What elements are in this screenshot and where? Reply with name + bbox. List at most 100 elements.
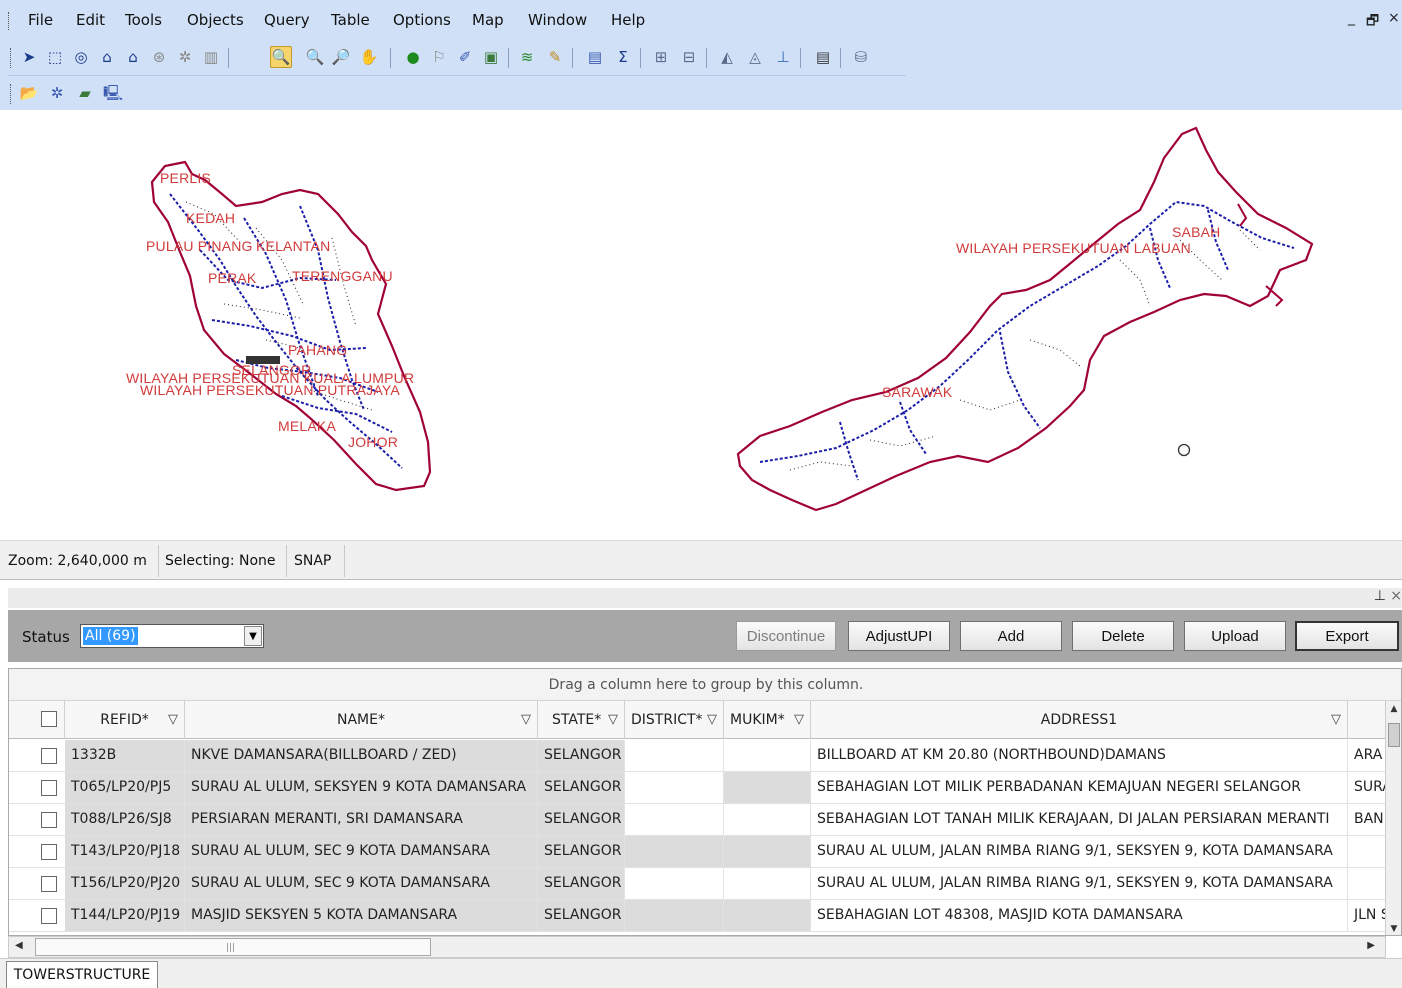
cell-mukim[interactable] [724,740,811,771]
grid-vertical-scrollbar[interactable]: ▲ ▼ [1385,701,1401,935]
map-window[interactable]: PERLIS KEDAH PULAU PINANG KELANTAN PERAK… [0,110,1402,540]
close-icon[interactable]: × [1388,10,1400,26]
info-icon[interactable]: ● [402,46,424,68]
toolbar-grip[interactable] [10,84,13,104]
cell-address2[interactable]: JLN S [1348,900,1387,931]
drag-window-icon[interactable]: ▣ [480,46,502,68]
minimize-icon[interactable]: _ [1348,10,1355,26]
row-checkbox[interactable] [41,780,57,796]
cell-name[interactable]: NKVE DAMANSARA(BILLBOARD / ZED) [185,740,538,771]
row-checkbox[interactable] [41,812,57,828]
cell-address2[interactable]: BANI [1348,804,1387,835]
cell-refid[interactable]: T156/LP20/PJ20 [65,868,185,899]
zoom-out-icon[interactable]: 🔍 [304,46,326,68]
cell-address1[interactable]: SEBAHAGIAN LOT MILIK PERBADANAN KEMAJUAN… [811,772,1348,803]
menu-query[interactable]: Query [264,11,310,29]
cell-district[interactable] [625,740,724,771]
filter-icon[interactable]: ▽ [608,701,618,739]
cell-address2[interactable]: ARA [1348,740,1387,771]
filter-icon[interactable]: ▽ [707,701,717,739]
status-filter-select[interactable]: All (69) ▼ [80,624,264,648]
label-tool-icon[interactable]: ✐ [454,46,476,68]
selecting-readout[interactable]: Selecting: None [165,553,276,569]
map-window-icon[interactable]: 🖳 [102,82,124,104]
cell-district[interactable] [625,804,724,835]
scroll-right-icon[interactable]: ▶ [1367,940,1375,951]
chevron-down-icon[interactable]: ▼ [244,626,262,646]
discontinue-button[interactable]: Discontinue [736,621,836,651]
filter-icon[interactable]: ▽ [521,701,531,739]
cell-state[interactable]: SELANGOR [538,900,625,931]
menu-tools[interactable]: Tools [125,11,162,29]
column-header-address1[interactable]: ADDRESS1 ▽ [811,701,1348,739]
select-all-checkbox[interactable] [41,711,57,727]
boundary-select-icon[interactable]: ⌂ [96,46,118,68]
row-checkbox[interactable] [41,876,57,892]
cell-district[interactable] [625,868,724,899]
table-row[interactable]: T088/LP26/SJ8 PERSIARAN MERANTI, SRI DAM… [9,804,1387,836]
row-checkbox[interactable] [41,908,57,924]
cell-state[interactable]: SELANGOR [538,868,625,899]
menubar-grip[interactable] [8,12,11,30]
cell-address1[interactable]: SEBAHAGIAN LOT TANAH MILIK KERAJAAN, DI … [811,804,1348,835]
reshape-icon[interactable]: ◭ [716,46,738,68]
scroll-down-icon[interactable]: ▼ [1386,921,1401,935]
cell-refid[interactable]: T065/LP20/PJ5 [65,772,185,803]
cell-state[interactable]: SELANGOR [538,772,625,803]
database-icon[interactable]: ⛁ [850,46,872,68]
cell-name[interactable]: SURAU AL ULUM, SEC 9 KOTA DAMANSARA [185,868,538,899]
marquee-select-icon[interactable]: ⬚ [44,46,66,68]
table-row[interactable]: 1332B NKVE DAMANSARA(BILLBOARD / ZED) SE… [9,740,1387,772]
legend-icon[interactable]: ▤ [584,46,606,68]
column-header-state[interactable]: STATE* ▽ [538,701,625,739]
invert-select-icon[interactable]: ⊛ [148,46,170,68]
scroll-up-icon[interactable]: ▲ [1386,701,1401,717]
clip-region-icon[interactable]: ⊞ [650,46,672,68]
statistics-icon[interactable]: Σ [612,46,634,68]
menu-help[interactable]: Help [611,11,645,29]
cell-refid[interactable]: T144/LP20/PJ19 [65,900,185,931]
column-header-district[interactable]: DISTRICT* ▽ [625,701,724,739]
export-button[interactable]: Export [1295,621,1399,651]
upload-button[interactable]: Upload [1184,621,1286,651]
dock-close-icon[interactable]: × [1390,588,1402,604]
statistics-window-icon[interactable]: ▤ [812,46,834,68]
horizontal-scroll-thumb[interactable]: ||| [35,938,431,956]
grid-horizontal-scrollbar[interactable]: ◀ ||| ▶ [8,936,1386,958]
zoom-in-icon[interactable]: 🔍 [270,46,292,68]
cell-state[interactable]: SELANGOR [538,740,625,771]
ruler-icon[interactable]: ✎ [544,46,566,68]
menu-table[interactable]: Table [331,11,370,29]
group-by-hint[interactable]: Drag a column here to group by this colu… [9,669,1401,701]
show-scalebar-icon[interactable]: ⊥ [772,46,794,68]
restore-icon[interactable]: 🗗 [1366,10,1379,34]
select-arrow-icon[interactable]: ➤ [18,46,40,68]
snap-indicator[interactable]: SNAP [294,553,331,569]
cell-refid[interactable]: T088/LP26/SJ8 [65,804,185,835]
column-header-name[interactable]: NAME* ▽ [185,701,538,739]
radius-select-icon[interactable]: ◎ [70,46,92,68]
table-row[interactable]: T156/LP20/PJ20 SURAU AL ULUM, SEC 9 KOTA… [9,868,1387,900]
pan-hand-icon[interactable]: ✋ [358,46,380,68]
menu-window[interactable]: Window [528,11,587,29]
layers-icon[interactable]: ▰ [74,82,96,104]
cell-name[interactable]: PERSIARAN MERANTI, SRI DAMANSARA [185,804,538,835]
cell-mukim[interactable] [724,900,811,931]
cell-refid[interactable]: T143/LP20/PJ18 [65,836,185,867]
hotlink-icon[interactable]: ⚐ [428,46,450,68]
workspace-icon[interactable]: ✲ [46,82,68,104]
cell-district[interactable] [625,772,724,803]
cell-address1[interactable]: BILLBOARD AT KM 20.80 (NORTHBOUND)DAMANS [811,740,1348,771]
change-view-icon[interactable]: 🔎 [330,46,352,68]
cell-address2[interactable] [1348,868,1387,899]
row-checkbox[interactable] [41,748,57,764]
menu-map[interactable]: Map [472,11,504,29]
cell-state[interactable]: SELANGOR [538,836,625,867]
add-node-icon[interactable]: ◬ [744,46,766,68]
toolbar-grip[interactable] [10,48,13,68]
cell-address1[interactable]: SURAU AL ULUM, JALAN RIMBA RIANG 9/1, SE… [811,836,1348,867]
cell-name[interactable]: MASJID SEKSYEN 5 KOTA DAMANSARA [185,900,538,931]
open-folder-icon[interactable]: 📂 [18,82,40,104]
cell-mukim[interactable] [724,804,811,835]
layer-control-icon[interactable]: ≋ [516,46,538,68]
